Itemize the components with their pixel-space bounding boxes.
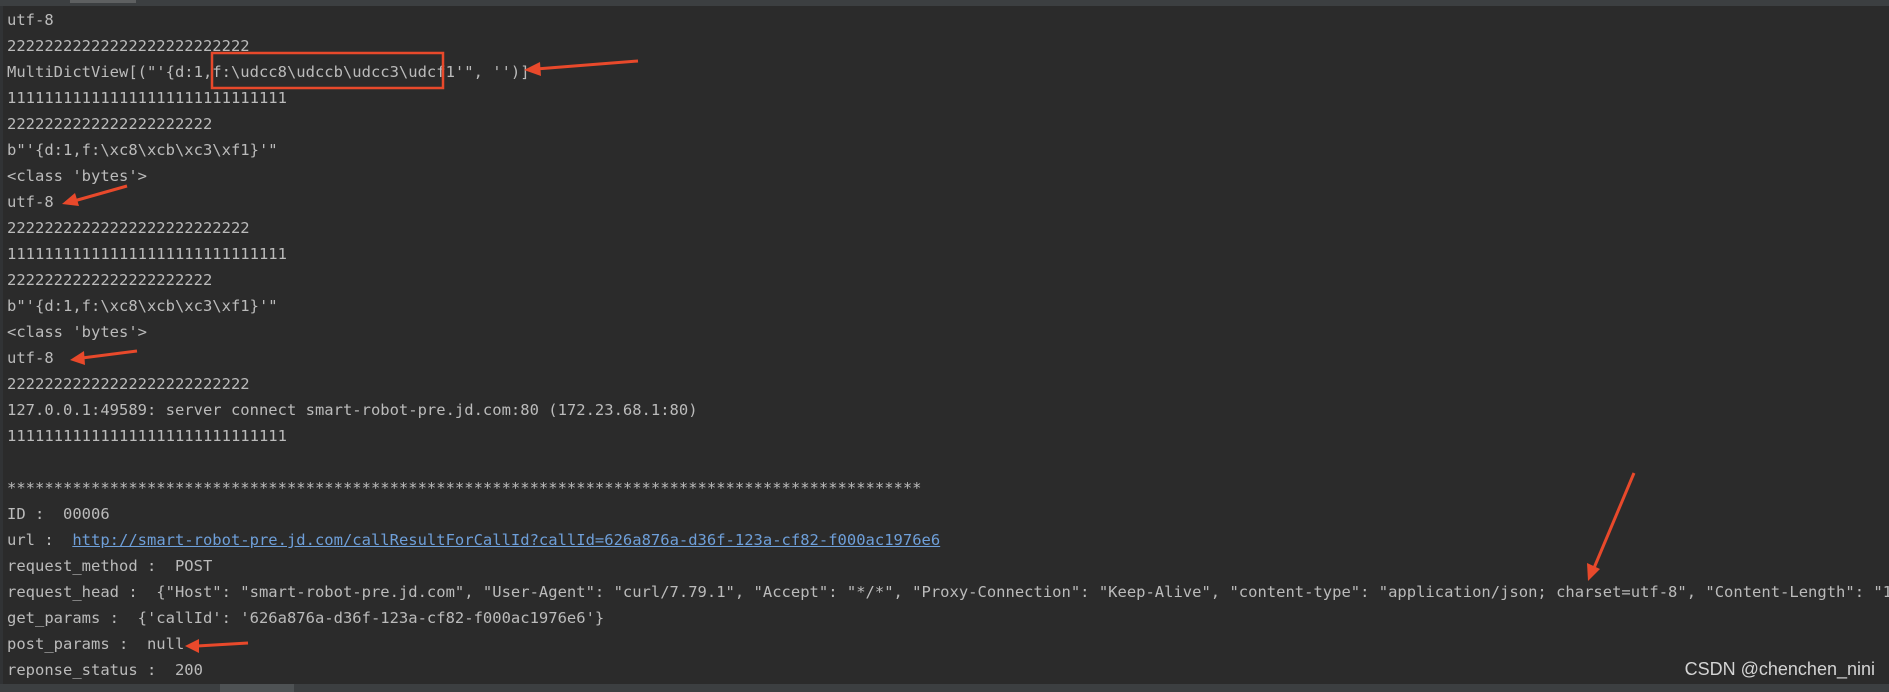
console-line: 2222222222222222222222	[7, 271, 213, 289]
console-separator: ****************************************…	[7, 479, 922, 497]
console-line-post-params: post_params : null	[7, 635, 185, 653]
console-line: utf-8	[7, 11, 54, 29]
console-line: utf-8	[7, 349, 54, 367]
console-line-request-head: request_head : {"Host": "smart-robot-pre…	[7, 583, 1889, 601]
bottom-tab[interactable]	[220, 684, 294, 692]
console-output[interactable]: utf-8 22222222222222222222222222 MultiDi…	[7, 7, 1889, 683]
console-line: b"'{d:1,f:\xc8\xcb\xc3\xf1}'"	[7, 297, 278, 315]
watermark: CSDN @chenchen_nini	[1684, 659, 1875, 679]
bottom-toolbar	[0, 684, 1889, 692]
console-gutter	[0, 6, 3, 686]
console-line-response-status: reponse_status : 200	[7, 661, 203, 679]
console-line-id: ID : 00006	[7, 505, 110, 523]
console-line: utf-8	[7, 193, 54, 211]
console-line: 111111111111111111111111111111	[7, 245, 287, 263]
console-line-get-params: get_params : {'callId': '626a876a-d36f-1…	[7, 609, 605, 627]
console-line: <class 'bytes'>	[7, 323, 147, 341]
console-line-request-method: request_method : POST	[7, 557, 213, 575]
console-line-empty	[7, 449, 1877, 475]
console-line: 22222222222222222222222222	[7, 375, 250, 393]
console-line: <class 'bytes'>	[7, 167, 147, 185]
console-line: 2222222222222222222222	[7, 115, 213, 133]
tab-scroll-thumb[interactable]	[70, 0, 136, 3]
url-prefix: url :	[7, 531, 73, 549]
console-line-url: url : http://smart-robot-pre.jd.com/call…	[7, 527, 1877, 553]
console-line: 111111111111111111111111111111	[7, 89, 287, 107]
editor-tab-strip	[0, 0, 1889, 6]
console-line: 22222222222222222222222222	[7, 37, 250, 55]
console-line: 22222222222222222222222222	[7, 219, 250, 237]
console-line: 127.0.0.1:49589: server connect smart-ro…	[7, 401, 698, 419]
console-line: 111111111111111111111111111111	[7, 427, 287, 445]
console-line: MultiDictView[("'{d:1,f:\udcc8\udccb\udc…	[7, 63, 530, 81]
url-link[interactable]: http://smart-robot-pre.jd.com/callResult…	[72, 531, 940, 549]
console-line: b"'{d:1,f:\xc8\xcb\xc3\xf1}'"	[7, 141, 278, 159]
